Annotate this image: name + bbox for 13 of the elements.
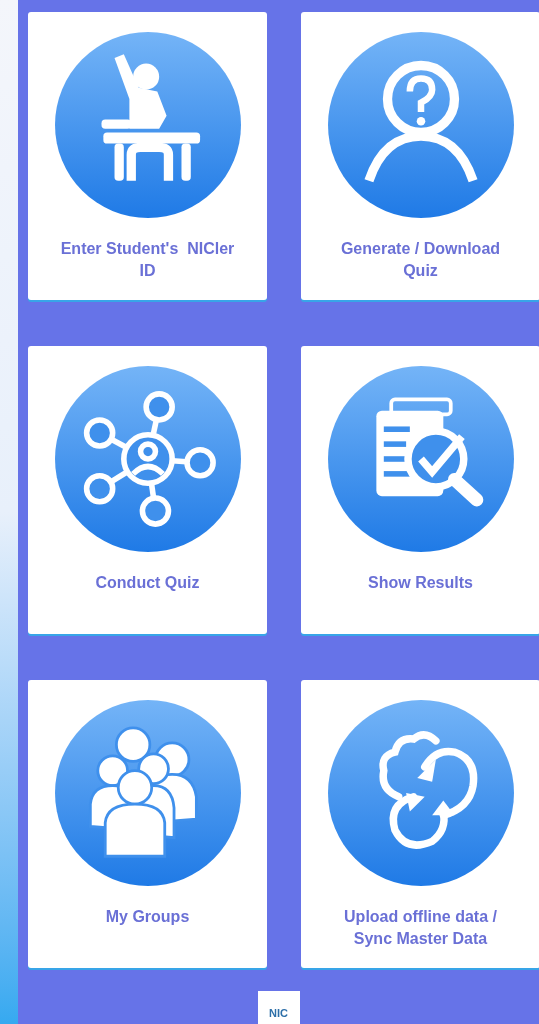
people-group-icon <box>54 700 241 886</box>
cloud-sync-icon <box>327 700 514 886</box>
menu-card[interactable]: Upload offline data / Sync Master Data <box>301 680 539 968</box>
menu-card[interactable]: My Groups <box>28 680 267 968</box>
nic-logo: NIC <box>257 991 300 1024</box>
menu-card[interactable]: Enter Student's NICler ID <box>28 12 267 300</box>
menu-card[interactable]: Generate / Download Quiz <box>301 12 539 300</box>
person-question-icon <box>327 32 514 218</box>
student-desk-icon <box>54 32 241 218</box>
document-check-icon <box>327 366 514 552</box>
menu-card[interactable]: Show Results <box>301 346 539 634</box>
question-network-icon <box>54 366 241 552</box>
menu-card[interactable]: Conduct Quiz <box>28 346 267 634</box>
